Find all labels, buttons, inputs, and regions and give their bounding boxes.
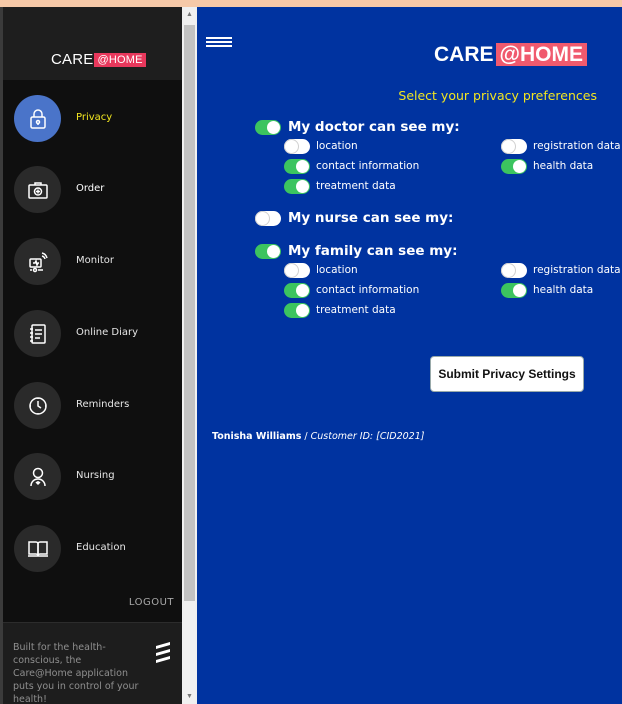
main-brand: CARE @HOME xyxy=(434,43,587,67)
sidebar-header: CARE @HOME xyxy=(3,7,182,80)
family-contact-toggle[interactable] xyxy=(284,283,310,298)
customer-id: Customer ID: [CID2021] xyxy=(310,431,425,442)
app-window: CARE @HOME Privacy Order Monitor Online D xyxy=(0,7,622,704)
doctor-master-toggle[interactable] xyxy=(255,120,281,135)
nurse-section-title: My nurse can see my: xyxy=(288,210,454,226)
sidebar-brand: CARE @HOME xyxy=(51,51,146,68)
sidebar-item-online-diary[interactable]: Online Diary xyxy=(3,307,182,367)
doctor-section-title: My doctor can see my: xyxy=(288,119,460,135)
family-treatment-label: treatment data xyxy=(316,304,396,316)
doctor-contact-label: contact information xyxy=(316,160,420,172)
sidebar-item-monitor[interactable]: Monitor xyxy=(3,235,182,295)
sidebar-item-label: Monitor xyxy=(76,255,115,266)
sidebar-item-privacy[interactable]: Privacy xyxy=(3,92,182,152)
family-location-toggle[interactable] xyxy=(284,263,310,278)
doctor-treatment-label: treatment data xyxy=(316,180,396,192)
page-subtitle: Select your privacy preferences xyxy=(398,88,597,103)
submit-privacy-button[interactable]: Submit Privacy Settings xyxy=(430,356,584,392)
family-master-toggle[interactable] xyxy=(255,244,281,259)
sidebar-item-label: Online Diary xyxy=(76,327,139,338)
scroll-down-arrow-icon[interactable]: ▼ xyxy=(182,689,197,704)
nurse-icon xyxy=(14,453,61,500)
main-brand-accent: @HOME xyxy=(495,43,587,66)
doctor-location-label: location xyxy=(316,140,358,152)
user-name: Tonisha Williams xyxy=(212,431,302,442)
sidebar-item-reminders[interactable]: Reminders xyxy=(3,379,182,439)
doctor-contact-toggle[interactable] xyxy=(284,159,310,174)
family-health-label: health data xyxy=(533,284,594,296)
diary-icon xyxy=(14,310,61,357)
doctor-health-label: health data xyxy=(533,160,594,172)
sidebar-item-label: Order xyxy=(76,183,105,194)
family-location-label: location xyxy=(316,264,358,276)
sidebar-item-label: Education xyxy=(76,542,126,553)
brand-stripes-logo xyxy=(156,642,170,663)
nurse-master-toggle[interactable] xyxy=(255,211,281,226)
sidebar-brand-text: CARE xyxy=(51,51,94,68)
footer-text: Built for the health-conscious, the Care… xyxy=(13,642,139,704)
user-info: Tonisha Williams / Customer ID: [CID2021… xyxy=(212,431,424,442)
family-contact-label: contact information xyxy=(316,284,420,296)
sidebar: CARE @HOME Privacy Order Monitor Online D xyxy=(3,7,182,704)
lock-icon xyxy=(14,95,61,142)
family-registration-toggle[interactable] xyxy=(501,263,527,278)
medical-kit-icon xyxy=(14,166,61,213)
sidebar-item-education[interactable]: Education xyxy=(3,522,182,582)
doctor-health-toggle[interactable] xyxy=(501,159,527,174)
main-content: CARE @HOME Select your privacy preference… xyxy=(197,7,622,704)
sidebar-item-label: Privacy xyxy=(76,112,113,123)
doctor-location-toggle[interactable] xyxy=(284,139,310,154)
hamburger-icon[interactable] xyxy=(206,37,232,47)
user-separator: / xyxy=(301,431,311,442)
book-icon xyxy=(14,525,61,572)
family-health-toggle[interactable] xyxy=(501,283,527,298)
family-registration-label: registration data xyxy=(533,264,621,276)
scroll-thumb[interactable] xyxy=(184,25,195,601)
sidebar-item-order[interactable]: Order xyxy=(3,163,182,223)
main-brand-text: CARE xyxy=(434,43,494,66)
doctor-registration-label: registration data xyxy=(533,140,621,152)
clock-icon xyxy=(14,382,61,429)
sidebar-item-label: Nursing xyxy=(76,470,115,481)
sidebar-item-nursing[interactable]: Nursing xyxy=(3,450,182,510)
sidebar-item-label: Reminders xyxy=(76,399,130,410)
sidebar-brand-accent: @HOME xyxy=(94,53,146,67)
scroll-up-arrow-icon[interactable]: ▲ xyxy=(182,7,197,22)
sidebar-footer: Built for the health-conscious, the Care… xyxy=(3,623,182,704)
family-section-title: My family can see my: xyxy=(288,243,458,259)
doctor-registration-toggle[interactable] xyxy=(501,139,527,154)
remote-monitor-icon xyxy=(14,238,61,285)
family-treatment-toggle[interactable] xyxy=(284,303,310,318)
sidebar-scrollbar[interactable]: ▲ ▼ xyxy=(182,7,197,704)
logout-link[interactable]: LOGOUT xyxy=(129,597,174,608)
doctor-treatment-toggle[interactable] xyxy=(284,179,310,194)
